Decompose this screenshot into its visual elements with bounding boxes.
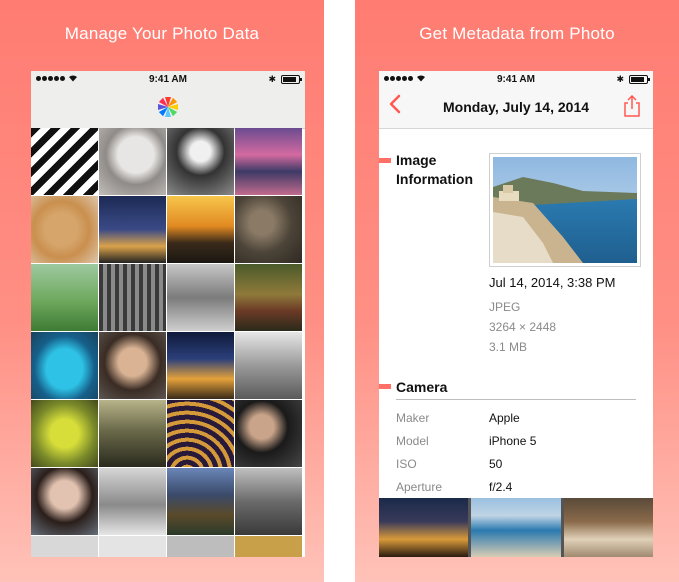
photo-date: Jul 14, 2014, 3:38 PM [489,275,616,290]
photo-thumbnail[interactable] [99,400,166,467]
back-chevron-icon[interactable] [387,93,405,115]
photo-thumbnail[interactable] [167,536,234,557]
left-phone-screen: 9:41 AM ✱ [31,71,305,557]
photo-filmstrip [379,498,653,557]
photo-thumbnail[interactable] [31,400,98,467]
photo-thumbnail[interactable] [167,128,234,195]
photo-grid [31,128,305,557]
model-label: Model [396,434,429,448]
nav-title: Monday, July 14, 2014 [442,99,590,115]
right-caption: Get Metadata from Photo [419,24,615,43]
section-marker [379,384,391,389]
photo-thumbnail[interactable] [235,196,302,263]
battery-icon [629,74,650,84]
image-info-heading: Image Information [396,151,473,189]
share-icon[interactable] [623,95,641,117]
bluetooth-icon: ✱ [268,74,276,84]
photo-thumbnail[interactable] [235,332,302,399]
coastline-photo [493,157,637,263]
section-marker [379,158,391,163]
photo-format: JPEG [489,300,521,314]
photo-thumbnail[interactable] [99,264,166,331]
photo-thumbnail[interactable] [99,128,166,195]
photo-thumbnail[interactable] [235,264,302,331]
photo-dimensions: 3264 × 2448 [489,320,557,334]
iso-label: ISO [396,457,417,471]
photo-thumbnail[interactable] [99,332,166,399]
photo-thumbnail[interactable] [235,536,302,557]
camera-divider [396,399,636,400]
photo-library-header: 9:41 AM ✱ [31,71,305,129]
filmstrip-thumbnail[interactable] [379,498,469,557]
status-time: 9:41 AM [149,74,187,85]
model-value: iPhone 5 [489,434,537,448]
image-info-title-line1: Image [396,152,437,168]
photo-thumbnail[interactable] [99,468,166,535]
photo-thumbnail[interactable] [31,536,98,557]
photo-thumbnail[interactable] [31,468,98,535]
image-info-title-line2: Information [396,171,473,187]
battery-icon [281,74,302,84]
photo-thumbnail[interactable] [31,196,98,263]
photo-thumbnail[interactable] [167,400,234,467]
photo-thumbnail[interactable] [99,196,166,263]
camera-heading: Camera [396,379,448,395]
photo-preview[interactable] [489,153,641,267]
filmstrip-thumbnail[interactable] [471,498,561,557]
photo-thumbnail[interactable] [31,128,98,195]
photo-thumbnail[interactable] [235,400,302,467]
photo-thumbnail[interactable] [167,196,234,263]
iso-value: 50 [489,457,503,471]
photo-file-size: 3.1 MB [489,340,528,354]
bluetooth-icon: ✱ [616,74,624,84]
left-promo-panel: Manage Your Photo Data 9:41 AM ✱ [0,0,324,582]
photo-thumbnail[interactable] [235,468,302,535]
right-phone-screen: 9:41 AM ✱ Monday, July 14, 2014 Image In… [379,71,653,557]
photo-thumbnail[interactable] [31,332,98,399]
navigation-bar: 9:41 AM ✱ Monday, July 14, 2014 [379,71,653,129]
photo-thumbnail[interactable] [31,264,98,331]
app-logo-icon [158,97,178,117]
left-caption: Manage Your Photo Data [64,24,260,43]
aperture-value: f/2.4 [489,480,513,494]
maker-label: Maker [396,411,430,425]
filmstrip-thumbnail[interactable] [563,498,653,557]
photo-thumbnail[interactable] [167,468,234,535]
status-bar: 9:41 AM ✱ [379,71,653,89]
photo-thumbnail[interactable] [235,128,302,195]
photo-thumbnail[interactable] [99,536,166,557]
maker-value: Apple [489,411,520,425]
right-promo-panel: Get Metadata from Photo 9:41 AM ✱ Monday… [355,0,679,582]
status-bar: 9:41 AM ✱ [31,71,305,89]
aperture-label: Aperture [396,480,443,494]
photo-thumbnail[interactable] [167,332,234,399]
photo-thumbnail[interactable] [167,264,234,331]
status-time: 9:41 AM [497,74,535,85]
